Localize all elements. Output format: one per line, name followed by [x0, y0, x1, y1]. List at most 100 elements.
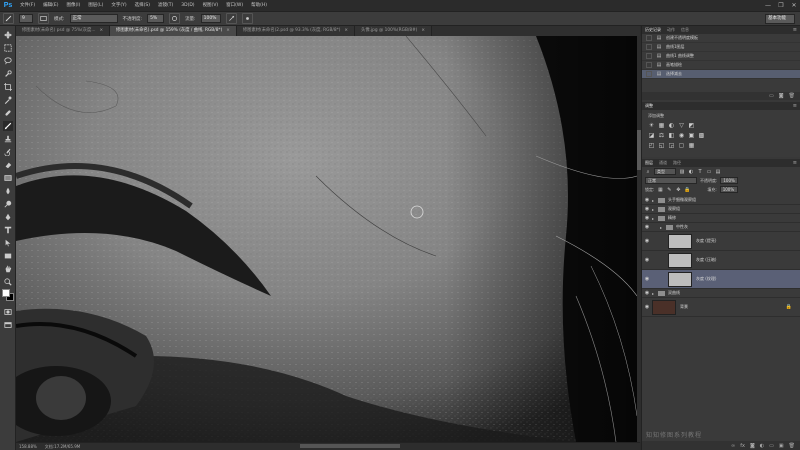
history-source-checkbox[interactable]: [646, 53, 652, 59]
tab-actions[interactable]: 动作: [667, 27, 675, 33]
history-item[interactable]: ▤ 曲线1图层: [642, 43, 800, 52]
close-icon[interactable]: ×: [99, 28, 103, 33]
history-item[interactable]: ▤ 画笔描绘: [642, 61, 800, 70]
brush-size-field[interactable]: 9: [19, 14, 33, 23]
pen-tool-icon[interactable]: [3, 212, 13, 222]
pressure-size-icon[interactable]: [241, 13, 253, 24]
layer-row-active[interactable]: ◉ 灰度 (纹理): [642, 270, 800, 289]
eraser-tool-icon[interactable]: [3, 160, 13, 170]
layer-row[interactable]: ◉ 灰度 (提亮): [642, 232, 800, 251]
layer-name[interactable]: 背景: [680, 304, 688, 310]
marquee-tool-icon[interactable]: [3, 43, 13, 53]
layer-opacity-field[interactable]: 100%: [720, 177, 739, 184]
vibrance-icon[interactable]: ◩: [688, 122, 695, 129]
link-layers-icon[interactable]: ∞: [731, 443, 735, 449]
gradient-tool-icon[interactable]: [3, 173, 13, 183]
panel-menu-icon[interactable]: ≡: [793, 103, 797, 109]
layer-style-icon[interactable]: fx: [740, 443, 745, 449]
layer-name[interactable]: 头手细微观察组: [668, 197, 696, 203]
trash-icon[interactable]: 🗑: [789, 93, 795, 99]
channel-mixer-icon[interactable]: ▣: [688, 132, 695, 139]
filter-smart-icon[interactable]: ▤: [715, 169, 721, 175]
lock-all-icon[interactable]: 🔒: [684, 187, 690, 193]
healing-brush-tool-icon[interactable]: [3, 108, 13, 118]
dodge-tool-icon[interactable]: [3, 199, 13, 209]
new-layer-icon[interactable]: ▣: [779, 443, 784, 449]
hand-tool-icon[interactable]: [3, 264, 13, 274]
close-icon[interactable]: ×: [226, 28, 230, 33]
menu-item[interactable]: 文字(Y): [107, 0, 130, 11]
layer-name[interactable]: 观察组: [668, 206, 680, 212]
tab-adjustments[interactable]: 调整: [645, 103, 653, 109]
visibility-eye-icon[interactable]: ◉: [642, 257, 652, 263]
layer-row[interactable]: ◉ ▸ 头手细微观察组: [642, 196, 800, 205]
history-brush-tool-icon[interactable]: [3, 147, 13, 157]
black-white-icon[interactable]: ◧: [668, 132, 675, 139]
layer-name[interactable]: 精修: [668, 215, 676, 221]
layer-name[interactable]: 灰度 (压暗): [696, 257, 716, 263]
airbrush-icon[interactable]: [225, 13, 237, 24]
close-button[interactable]: ✕: [791, 2, 797, 9]
lock-position-icon[interactable]: ✥: [675, 187, 681, 193]
type-tool-icon[interactable]: [3, 225, 13, 235]
panel-menu-icon[interactable]: ≡: [793, 27, 797, 33]
layer-row[interactable]: ◉ 背景 🔒: [642, 298, 800, 317]
snapshot-icon[interactable]: ◙: [779, 93, 784, 99]
posterize-icon[interactable]: ◱: [658, 142, 665, 149]
curves-icon[interactable]: ◐: [668, 122, 675, 129]
eyedropper-tool-icon[interactable]: [3, 95, 13, 105]
close-icon[interactable]: ×: [344, 28, 348, 33]
add-mask-icon[interactable]: ◙: [750, 443, 755, 449]
visibility-eye-icon[interactable]: ◉: [642, 224, 652, 230]
quick-mask-icon[interactable]: [3, 307, 13, 317]
crop-tool-icon[interactable]: [3, 82, 13, 92]
tab-layers[interactable]: 图层: [645, 160, 653, 166]
history-item[interactable]: ▤ 曲线1 曲线调整: [642, 52, 800, 61]
shape-tool-icon[interactable]: [3, 251, 13, 261]
layer-name[interactable]: 灰度 (提亮): [696, 238, 716, 244]
menu-item[interactable]: 帮助(H): [247, 0, 271, 11]
selective-color-icon[interactable]: ▢: [678, 142, 685, 149]
doc-tab[interactable]: 头像.jpg @ 100%(RGB/8#) ×: [355, 26, 432, 36]
blur-tool-icon[interactable]: [3, 186, 13, 196]
menu-item[interactable]: 图像(I): [62, 0, 84, 11]
foreground-color-swatch[interactable]: [2, 289, 10, 297]
blend-mode-select[interactable]: 正常: [645, 177, 697, 184]
doc-tab[interactable]: 修图素材(未命名) psd @ 75%(灰度... ×: [16, 26, 111, 36]
clone-stamp-tool-icon[interactable]: [3, 134, 13, 144]
screen-mode-icon[interactable]: [3, 320, 13, 330]
layer-row[interactable]: ◉ 灰度 (压暗): [642, 251, 800, 270]
color-balance-icon[interactable]: ⚖: [658, 132, 665, 139]
visibility-eye-icon[interactable]: ◉: [642, 276, 652, 282]
layer-row[interactable]: ◉ ▸ 中性灰: [642, 223, 800, 232]
exposure-icon[interactable]: ▽: [678, 122, 685, 129]
new-adjustment-icon[interactable]: ◐: [760, 443, 764, 449]
tab-history[interactable]: 历史记录: [645, 27, 661, 33]
history-source-checkbox[interactable]: [646, 44, 652, 50]
menu-item[interactable]: 文件(F): [16, 0, 39, 11]
path-select-tool-icon[interactable]: [3, 238, 13, 248]
lasso-tool-icon[interactable]: [3, 56, 13, 66]
visibility-eye-icon[interactable]: ◉: [642, 206, 652, 212]
visibility-eye-icon[interactable]: ◉: [642, 238, 652, 244]
pressure-opacity-icon[interactable]: [169, 13, 181, 24]
minimize-button[interactable]: —: [765, 2, 771, 9]
tab-channels[interactable]: 通道: [659, 160, 667, 166]
document-canvas[interactable]: [16, 36, 637, 442]
layer-thumbnail[interactable]: [668, 271, 692, 287]
zoom-level[interactable]: 158.88%: [19, 444, 37, 449]
lock-transparent-icon[interactable]: ▦: [657, 187, 663, 193]
move-tool-icon[interactable]: [3, 30, 13, 40]
menu-item[interactable]: 图层(L): [84, 0, 107, 11]
brush-icon[interactable]: [3, 13, 14, 24]
threshold-icon[interactable]: ◲: [668, 142, 675, 149]
new-document-from-state-icon[interactable]: ▭: [769, 93, 774, 99]
menu-item[interactable]: 3D(D): [177, 0, 198, 11]
history-item[interactable]: ▤ 创建不透明度模板: [642, 34, 800, 43]
tab-paths[interactable]: 路径: [673, 160, 681, 166]
layer-name[interactable]: 双曲线: [668, 290, 680, 296]
doc-tab[interactable]: 修图素材(未命名)2.psd @ 93.3% (灰度, RGB/8*) ×: [236, 26, 356, 36]
workspace-select[interactable]: 基本功能: [765, 14, 795, 24]
history-item-active[interactable]: ▤ 选择减去: [642, 70, 800, 79]
close-icon[interactable]: ×: [421, 28, 425, 33]
